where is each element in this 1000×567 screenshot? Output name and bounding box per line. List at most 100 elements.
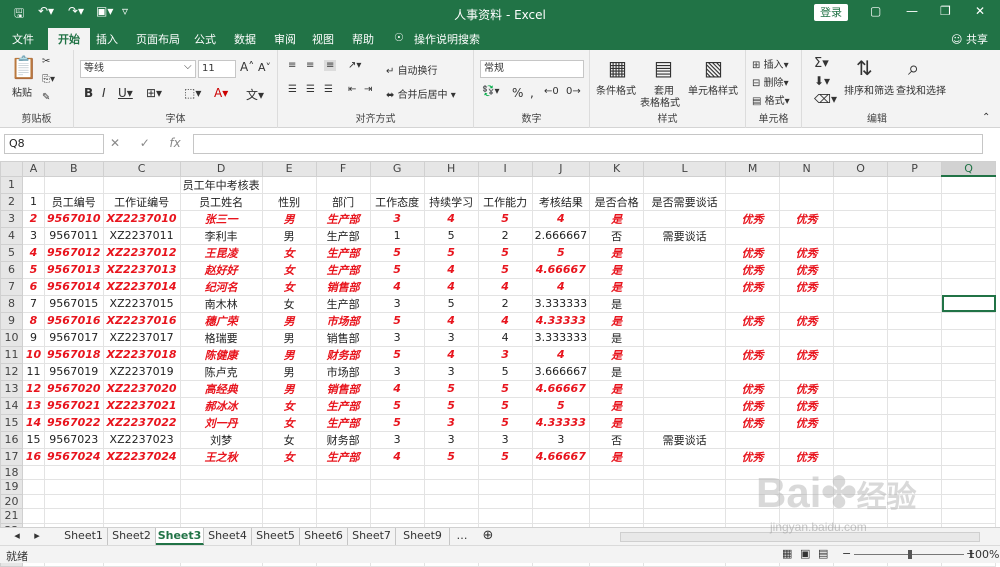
wrap-text-button[interactable]: ↵ 自动换行 [386, 62, 438, 77]
cell[interactable]: 需要谈话 [643, 430, 727, 449]
cell[interactable]: 优秀 [779, 447, 835, 466]
cell[interactable] [725, 362, 781, 381]
cell[interactable]: 3 [369, 328, 425, 347]
cell[interactable]: 4 [423, 260, 479, 279]
cell[interactable]: XZ2237013 [102, 260, 181, 279]
row-header[interactable]: 7 [0, 277, 23, 296]
row-header[interactable]: 16 [0, 430, 23, 449]
cell[interactable]: 4 [369, 277, 425, 296]
find-select-button[interactable]: 查找和选择 [896, 82, 946, 97]
cell[interactable] [887, 209, 943, 228]
cell[interactable]: 5 [369, 243, 425, 262]
cell[interactable] [531, 479, 591, 495]
page-layout-view-icon[interactable]: ▣ [800, 547, 810, 560]
cell[interactable] [887, 345, 943, 364]
cell[interactable] [643, 396, 727, 415]
page-break-view-icon[interactable]: ▤ [818, 547, 828, 560]
cell[interactable]: 4.33333 [531, 311, 591, 330]
cell[interactable]: 3 [477, 345, 533, 364]
row-header[interactable]: 18 [0, 464, 23, 480]
phonetic-icon[interactable]: 文▾ [246, 86, 264, 103]
cell[interactable] [887, 192, 943, 211]
cell[interactable]: 5 [369, 413, 425, 432]
cell[interactable] [531, 175, 591, 194]
cell[interactable] [779, 192, 835, 211]
cell[interactable]: 4 [423, 209, 479, 228]
cell[interactable] [887, 294, 943, 313]
cell[interactable]: 生产部 [315, 447, 371, 466]
cell[interactable]: 4 [531, 345, 591, 364]
column-header-g[interactable]: G [369, 161, 425, 177]
cell[interactable]: 3 [369, 362, 425, 381]
cell[interactable]: 3 [22, 226, 45, 245]
cell[interactable] [477, 175, 533, 194]
header-cell[interactable]: 部门 [315, 192, 371, 211]
cell[interactable]: 7 [22, 294, 45, 313]
cell[interactable]: 纪河名 [179, 277, 263, 296]
enter-icon[interactable]: ✓ [140, 136, 150, 150]
cell[interactable]: 王之秋 [179, 447, 263, 466]
tab-sheet9[interactable]: Sheet9 [396, 528, 450, 545]
cell[interactable]: 生产部 [315, 243, 371, 262]
cell[interactable]: 女 [261, 447, 317, 466]
cell[interactable]: 5 [369, 311, 425, 330]
cell[interactable]: 5 [477, 413, 533, 432]
cell[interactable]: 13 [22, 396, 45, 415]
italic-icon[interactable]: I [102, 86, 106, 100]
header-cell[interactable]: 工作证编号 [102, 192, 181, 211]
cell[interactable] [261, 508, 317, 524]
cell[interactable] [44, 493, 104, 509]
tab-review[interactable]: 审阅 [274, 31, 296, 47]
fill-icon[interactable]: ⬇▾ [814, 74, 830, 88]
cell[interactable] [941, 413, 997, 432]
insert-cells-button[interactable]: ⊞ 插入▾ [752, 56, 789, 71]
cell[interactable]: 5 [477, 260, 533, 279]
cell[interactable] [833, 413, 889, 432]
cell[interactable]: 男 [261, 226, 317, 245]
row-header[interactable]: 21 [0, 508, 23, 524]
cell[interactable] [887, 396, 943, 415]
cell[interactable]: 9567020 [44, 379, 104, 398]
cell[interactable]: 穗广荣 [179, 311, 263, 330]
next-sheet-icon[interactable]: ▸ [28, 528, 46, 545]
cell[interactable]: 3 [531, 430, 591, 449]
close-icon[interactable]: ✕ [975, 4, 985, 18]
sheet-title-cell[interactable]: 员工年中考核表 [179, 175, 263, 194]
tab-sheet6[interactable]: Sheet6 [300, 528, 348, 545]
cell[interactable]: 4 [369, 379, 425, 398]
cell[interactable] [369, 479, 425, 495]
cell[interactable]: 是 [589, 209, 645, 228]
cell[interactable]: XZ2237019 [102, 362, 181, 381]
cell[interactable]: 女 [261, 396, 317, 415]
cell[interactable]: 是 [589, 311, 645, 330]
cell[interactable] [833, 379, 889, 398]
cell[interactable] [315, 479, 371, 495]
cell[interactable]: 财务部 [315, 430, 371, 449]
cell[interactable]: 4 [22, 243, 45, 262]
cell[interactable] [179, 508, 263, 524]
cell[interactable] [315, 508, 371, 524]
sort-filter-button[interactable]: 排序和筛选 [844, 82, 894, 97]
cell[interactable] [643, 413, 727, 432]
cell[interactable]: 刘梦 [179, 430, 263, 449]
login-button[interactable]: 登录 [814, 4, 848, 21]
cell[interactable] [833, 430, 889, 449]
column-header-q[interactable]: Q [941, 161, 997, 177]
cell[interactable] [589, 464, 645, 480]
cell[interactable] [44, 175, 104, 194]
header-cell[interactable]: 性别 [261, 192, 317, 211]
cell[interactable]: 9567015 [44, 294, 104, 313]
cell[interactable]: XZ2237012 [102, 243, 181, 262]
cell[interactable]: 4 [423, 345, 479, 364]
cell[interactable]: 9567024 [44, 447, 104, 466]
cell[interactable] [531, 493, 591, 509]
row-header[interactable]: 1 [0, 175, 23, 194]
bold-icon[interactable]: B [84, 86, 93, 100]
cell[interactable] [643, 379, 727, 398]
tab-help[interactable]: 帮助 [352, 31, 374, 47]
cancel-icon[interactable]: ✕ [110, 136, 120, 150]
cell[interactable] [643, 260, 727, 279]
cell[interactable]: 3 [477, 430, 533, 449]
cell[interactable] [779, 175, 835, 194]
cell[interactable]: 优秀 [725, 379, 781, 398]
